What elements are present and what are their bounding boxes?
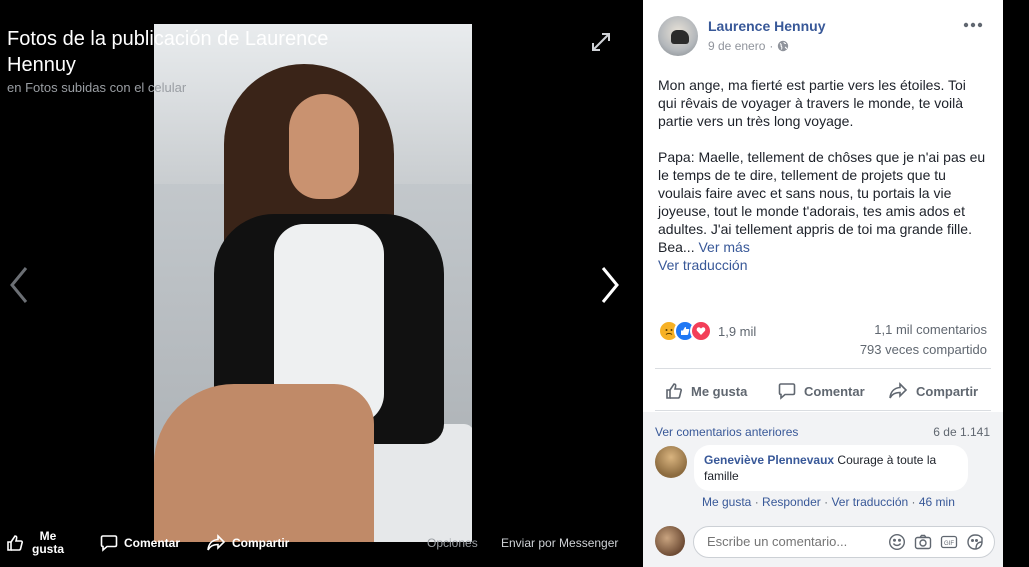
meta-separator: · [769, 39, 774, 53]
share-icon [207, 534, 226, 551]
see-more-link[interactable]: Ver más [698, 239, 749, 255]
input-icons: GIF [888, 533, 984, 551]
shares-count[interactable]: 793 veces compartido [860, 342, 987, 357]
post-text: Mon ange, ma fierté est partie vers les … [658, 76, 988, 274]
comments-section: Ver comentarios anteriores 6 de 1.141 Ge… [643, 412, 1003, 567]
share-button[interactable]: Compartir [888, 373, 978, 409]
comment-sep-3: · [911, 495, 916, 509]
comment-bubble: Geneviève Plennevaux Courage à toute la … [694, 445, 968, 491]
divider-top [655, 368, 991, 369]
sticker-icon[interactable] [966, 533, 984, 551]
right-edge-strip [1003, 0, 1029, 567]
divider-bottom [655, 410, 991, 411]
like-button[interactable]: Me gusta [665, 373, 747, 409]
share-arrow-icon [889, 382, 908, 399]
viewer-title: Fotos de la publicación de Laurence Henn… [7, 28, 329, 76]
comment-actions: Me gusta · Responder · Ver traducción · … [702, 495, 955, 509]
author-avatar[interactable] [658, 16, 698, 56]
comment-time[interactable]: 46 min [919, 495, 955, 509]
post-actions: Me gusta Comentar Compartir [655, 373, 991, 409]
comment-bubble-icon [778, 383, 796, 400]
comment-button[interactable]: Comentar [778, 373, 865, 409]
like-label: Me gusta [691, 383, 748, 399]
comment-sep-2: · [824, 495, 829, 509]
previous-photo-arrow-icon[interactable] [6, 264, 34, 306]
reactions-count: 1,9 mil [718, 323, 757, 339]
translate-link[interactable]: Ver traducción [658, 256, 988, 274]
commenter-avatar[interactable] [655, 446, 687, 478]
photo-viewer: Fotos de la publicación de Laurence Henn… [0, 0, 643, 567]
like-thumb-icon [666, 383, 682, 399]
comment-input[interactable] [705, 533, 879, 550]
comment-translate-link[interactable]: Ver traducción [831, 495, 908, 509]
share-label: Compartir [916, 383, 979, 399]
send-messenger-button[interactable]: Enviar por Messenger [501, 519, 618, 567]
camera-icon[interactable] [914, 533, 932, 551]
send-messenger-label: Enviar por Messenger [501, 536, 619, 550]
comments-position: 6 de 1.141 [933, 425, 990, 439]
options-label: Opciones [427, 536, 478, 550]
more-options-icon[interactable] [962, 18, 984, 32]
viewer-comment-label: Comentar [124, 536, 181, 550]
viewer-share-button[interactable]: Compartir [206, 519, 289, 567]
options-button[interactable]: Opciones [427, 519, 478, 567]
expand-icon[interactable] [590, 31, 612, 53]
comments-count[interactable]: 1,1 mil comentarios [874, 322, 987, 337]
viewer-share-label: Compartir [232, 536, 290, 550]
my-avatar [655, 526, 685, 556]
comment-like-link[interactable]: Me gusta [702, 495, 751, 509]
viewer-comment-button[interactable]: Comentar [100, 519, 180, 567]
post-meta: 9 de enero · [708, 39, 789, 53]
post-header: Laurence Hennuy 9 de enero · [658, 14, 988, 58]
comment-label: Comentar [804, 383, 865, 399]
viewer-like-label-2: gusta [31, 542, 64, 556]
photo-face [289, 94, 359, 199]
viewer-bottom-bar: Me gusta Comentar Compartir Opciones Env… [0, 519, 643, 567]
viewer-like-button[interactable]: Me gusta [6, 519, 66, 567]
post-panel: Laurence Hennuy 9 de enero · Mon ange, m… [643, 0, 1003, 567]
reactions-summary[interactable]: 1,9 mil [658, 320, 756, 342]
globe-icon[interactable] [777, 40, 789, 52]
svg-text:GIF: GIF [944, 541, 954, 547]
comment-icon [100, 535, 118, 552]
love-reaction-icon [690, 320, 712, 342]
post-date[interactable]: 9 de enero [708, 39, 765, 53]
comment-reply-link[interactable]: Responder [762, 495, 821, 509]
emoji-icon[interactable] [888, 533, 906, 551]
previous-comments-link[interactable]: Ver comentarios anteriores [655, 425, 798, 439]
post-paragraph-2: Papa: Maelle, tellement de chôses que je… [658, 148, 988, 256]
author-name[interactable]: Laurence Hennuy [708, 18, 825, 34]
post-photo[interactable] [154, 24, 472, 542]
avatar-rider [671, 30, 689, 44]
album-link[interactable]: en Fotos subidas con el celular [7, 80, 186, 95]
thumbs-up-icon [7, 535, 23, 551]
post-paragraph-1: Mon ange, ma fierté est partie vers les … [658, 77, 966, 129]
next-photo-arrow-icon[interactable] [595, 264, 623, 306]
comment-input-box[interactable]: GIF [693, 526, 995, 558]
gif-icon[interactable]: GIF [940, 533, 958, 551]
comment-sep-1: · [754, 495, 759, 509]
commenter-name[interactable]: Geneviève Plennevaux [704, 453, 834, 467]
